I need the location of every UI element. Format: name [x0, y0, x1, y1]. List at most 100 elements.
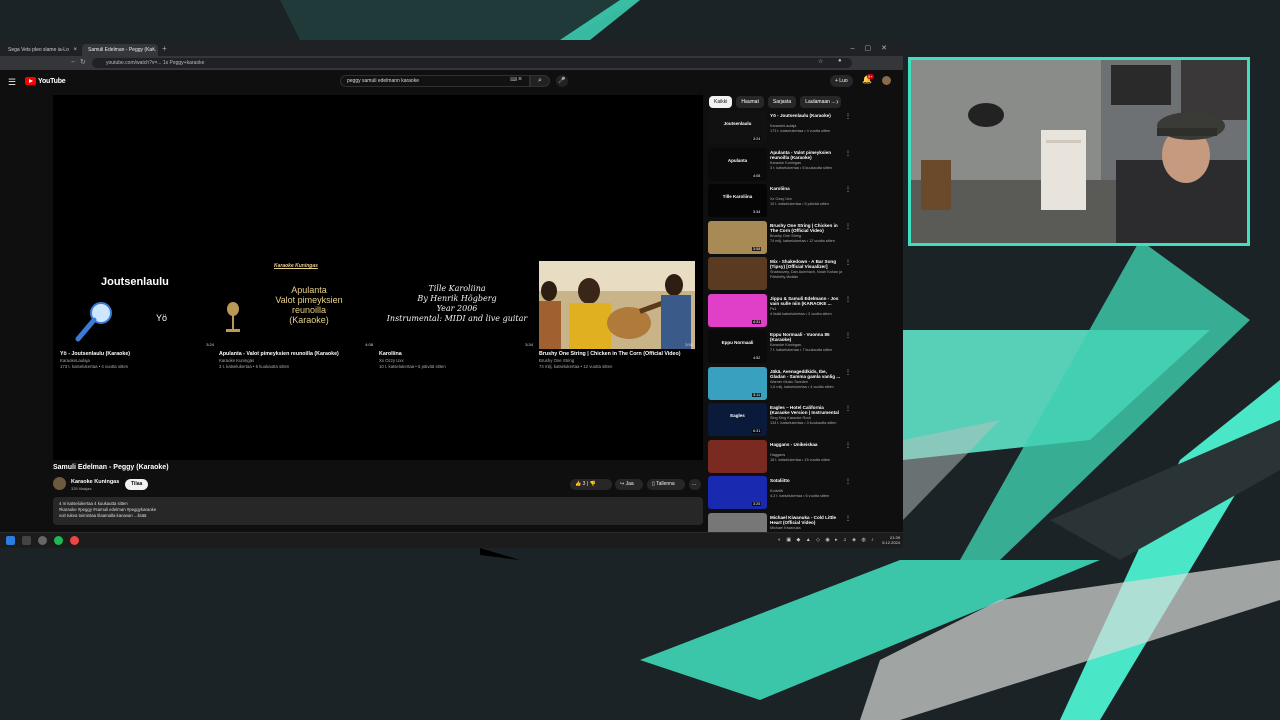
thumbs-down-icon[interactable]: 👎 — [589, 481, 595, 487]
more-vert-icon[interactable]: ⋮ — [845, 442, 851, 449]
recommendation-channel[interactable]: Haggans — [770, 453, 842, 457]
recommendation-item[interactable]: Apulanta 4:08 Apulanta - Valot pimeyksie… — [708, 147, 853, 185]
recommendation-thumbnail[interactable]: Eagles 6:31 — [708, 403, 767, 436]
recommendation-channel[interactable]: Xx Ozzy Uxx — [770, 197, 842, 201]
close-icon[interactable]: × — [73, 44, 77, 56]
recommendation-title[interactable]: Apulanta - Valot pimeyksien reunoilla (K… — [770, 150, 842, 161]
keyboard-icon[interactable]: ⌨ — [510, 77, 517, 83]
chip-all[interactable]: Kaikki — [709, 96, 733, 108]
reload-icon[interactable]: ↻ — [80, 58, 86, 66]
recommendation-thumbnail[interactable]: Joutsenlaulu 3:24 — [708, 111, 767, 144]
recommendation-item[interactable]: 3:58 Brushy One String | Chicken in The … — [708, 220, 853, 258]
recommendation-title[interactable]: Haggans - Unikeiskaa — [770, 442, 842, 447]
url-input[interactable]: youtube.com/watch?v=... 1s Peggy+karaoke — [92, 58, 852, 68]
recommendation-item[interactable]: Haggans - Unikeiskaa Haggans 18 t. katse… — [708, 439, 853, 477]
recommendation-channel[interactable]: Kotiviitti — [770, 489, 842, 493]
back-icon[interactable]: ← — [70, 58, 77, 65]
more-vert-icon[interactable]: ⋮ — [845, 150, 851, 157]
avatar[interactable] — [882, 76, 891, 85]
profile-icon[interactable]: ● — [838, 58, 842, 64]
recommendation-item[interactable]: Tille Karoliina 3:34 Karoliina Xx Ozzy U… — [708, 184, 853, 221]
channel-avatar[interactable] — [53, 477, 66, 490]
recommendation-thumbnail[interactable]: 3:25 — [708, 476, 767, 509]
endcard-title[interactable]: Apulanta - Valot pimeyksien reunoilla (K… — [219, 351, 375, 357]
recommendation-channel[interactable]: Sing King Karaoke Rock — [770, 416, 842, 420]
recommendation-thumbnail[interactable] — [708, 257, 767, 290]
mic-icon[interactable]: 🎤 — [556, 75, 568, 87]
chip[interactable]: Laulamaan ... — [800, 96, 841, 108]
close-icon[interactable]: × — [151, 44, 155, 56]
save-button[interactable]: ▯ Tallenna — [647, 479, 685, 490]
recommendation-title[interactable]: Eagles – Hotel California (Karaoke Versi… — [770, 405, 842, 416]
chip[interactable]: Sarjasta — [767, 96, 797, 108]
search-input[interactable]: peggy samuli edelmann karaoke — [340, 75, 530, 87]
menu-icon[interactable]: ☰ — [8, 77, 16, 88]
recommendation-title[interactable]: Karoliina — [770, 186, 842, 191]
recommendation-title[interactable]: Eppu Normaali - Vuonna 85 (Karaoke) — [770, 332, 842, 343]
recommendation-thumbnail[interactable]: 4:31 — [708, 293, 767, 327]
chevron-right-icon[interactable]: › — [836, 97, 839, 106]
endcard-video[interactable]: Tille Karoliina By Henrik Högberg Year 2… — [379, 261, 535, 369]
more-button[interactable]: ... — [689, 479, 701, 490]
recommendation-thumbnail[interactable]: 3:11 — [708, 366, 767, 400]
recommendation-channel[interactable]: Warner Music Sweden — [770, 380, 842, 384]
recommendation-item[interactable]: Eppu Normaali 4:52 Eppu Normaali - Vuonn… — [708, 330, 853, 367]
recommendation-title[interactable]: Mix - Shakedown - A Bar Song (Tipsy) [Of… — [770, 259, 842, 270]
recommendation-item[interactable]: Mix - Shakedown - A Bar Song (Tipsy) [Of… — [708, 257, 853, 294]
chip[interactable]: Haumat — [736, 96, 764, 108]
recommendation-thumbnail[interactable] — [708, 439, 767, 473]
more-vert-icon[interactable]: ⋮ — [845, 113, 851, 120]
recommendation-thumbnail[interactable]: Apulanta 4:08 — [708, 147, 767, 181]
spotify-icon[interactable] — [54, 536, 63, 545]
recommendation-title[interactable]: Brushy One String | Chicken in The Corn … — [770, 223, 842, 234]
share-button[interactable]: ↪ Jaa — [615, 479, 643, 490]
recommendation-title[interactable]: Michael Kiwanuka - Cold Little Heart (Of… — [770, 515, 842, 526]
endcard-title[interactable]: Karoliina — [379, 351, 535, 357]
endcard-title[interactable]: Brushy One String | Chicken in The Corn … — [539, 351, 695, 357]
settings-icon[interactable] — [38, 536, 47, 545]
recommendation-channel[interactable]: Ps1 — [770, 307, 842, 311]
recommendation-item[interactable]: 4:31 Jippu & Samuli Edelmann - Jos vain … — [708, 293, 853, 331]
more-vert-icon[interactable]: ⋮ — [845, 369, 851, 376]
more-vert-icon[interactable]: ⋮ — [845, 478, 851, 485]
more-vert-icon[interactable]: ⋮ — [845, 259, 851, 266]
recommendation-channel[interactable]: Karaoke Kuningas — [770, 161, 842, 165]
recommendation-thumbnail[interactable]: Eppu Normaali 4:52 — [708, 330, 767, 363]
recommendation-channel[interactable]: Shaboozey, Dan Auerbach, Noah Kahan ja m… — [770, 270, 842, 274]
browser-tab[interactable]: Sega Vets pleo slame ia-Lo × — [2, 44, 80, 56]
more-vert-icon[interactable]: ⋮ — [845, 223, 851, 230]
recommendation-item[interactable]: 3:11 Jäkä, Avenageddkids, Ibe, Gladan - … — [708, 366, 853, 404]
clear-search-icon[interactable]: × — [518, 76, 522, 83]
endcard-video[interactable]: 3:58 Brushy One String | Chicken in The … — [539, 261, 695, 369]
recommendation-item[interactable]: Eagles 6:31 Eagles – Hotel California (K… — [708, 403, 853, 440]
recommendation-channel[interactable]: Michael Kiwanuka — [770, 526, 842, 530]
video-player[interactable]: Joutsenlaulu Yö 3:24 Yö - Joutsenlaulu (… — [53, 95, 703, 460]
more-vert-icon[interactable]: ⋮ — [845, 186, 851, 193]
recommendation-thumbnail[interactable]: 3:58 — [708, 220, 767, 254]
more-vert-icon[interactable]: ⋮ — [845, 515, 851, 522]
recommendation-item[interactable]: 3:25 Sotaliitto Kotiviitti 4,3 t. katsel… — [708, 476, 853, 513]
browser-tab-active[interactable]: Samuli Edelman - Peggy (Ka... × — [82, 44, 158, 56]
recommendation-title[interactable]: Jippu & Samuli Edelmann - Jos vain sulle… — [770, 296, 842, 307]
more-vert-icon[interactable]: ⋮ — [845, 332, 851, 339]
channel-name[interactable]: Karaoke Kuningas — [71, 479, 119, 485]
more-vert-icon[interactable]: ⋮ — [845, 405, 851, 412]
description-box[interactable]: 4 m katselukertaa 4 kuukautta sitten #ka… — [53, 497, 703, 525]
windows-start-icon[interactable] — [6, 536, 15, 545]
search-button[interactable]: ⌕ — [530, 75, 550, 87]
recommendation-channel[interactable]: KaraokeLaulaja — [770, 124, 842, 128]
extension-icon[interactable]: ☆ — [818, 58, 823, 65]
recommendation-channel[interactable]: Brushy One String — [770, 234, 842, 238]
endcard-video[interactable]: Joutsenlaulu Yö 3:24 Yö - Joutsenlaulu (… — [60, 261, 216, 369]
endcard-title[interactable]: Yö - Joutsenlaulu (Karaoke) — [60, 351, 216, 357]
create-button[interactable]: + Luo — [830, 75, 853, 87]
recommendation-title[interactable]: Yö - Joutsenlaulu (Karaoke) — [770, 113, 842, 118]
recommendation-title[interactable]: Jäkä, Avenageddkids, Ibe, Gladan - Samma… — [770, 369, 842, 380]
youtube-logo[interactable]: YouTube — [25, 77, 66, 85]
more-vert-icon[interactable]: ⋮ — [845, 296, 851, 303]
system-tray[interactable]: ◐ ▣ ◆ ▲ ◇ ◉ ▸ ♫ ◈ ◍ ♪ — [778, 537, 876, 543]
subscribe-button[interactable]: Tilaa — [125, 479, 149, 490]
recommendation-item[interactable]: Joutsenlaulu 3:24 Yö - Joutsenlaulu (Kar… — [708, 111, 853, 148]
endcard-video[interactable]: Karaoke Kuningas Apulanta Valot pimeyksi… — [219, 261, 375, 369]
recommendation-thumbnail[interactable]: Tille Karoliina 3:34 — [708, 184, 767, 217]
